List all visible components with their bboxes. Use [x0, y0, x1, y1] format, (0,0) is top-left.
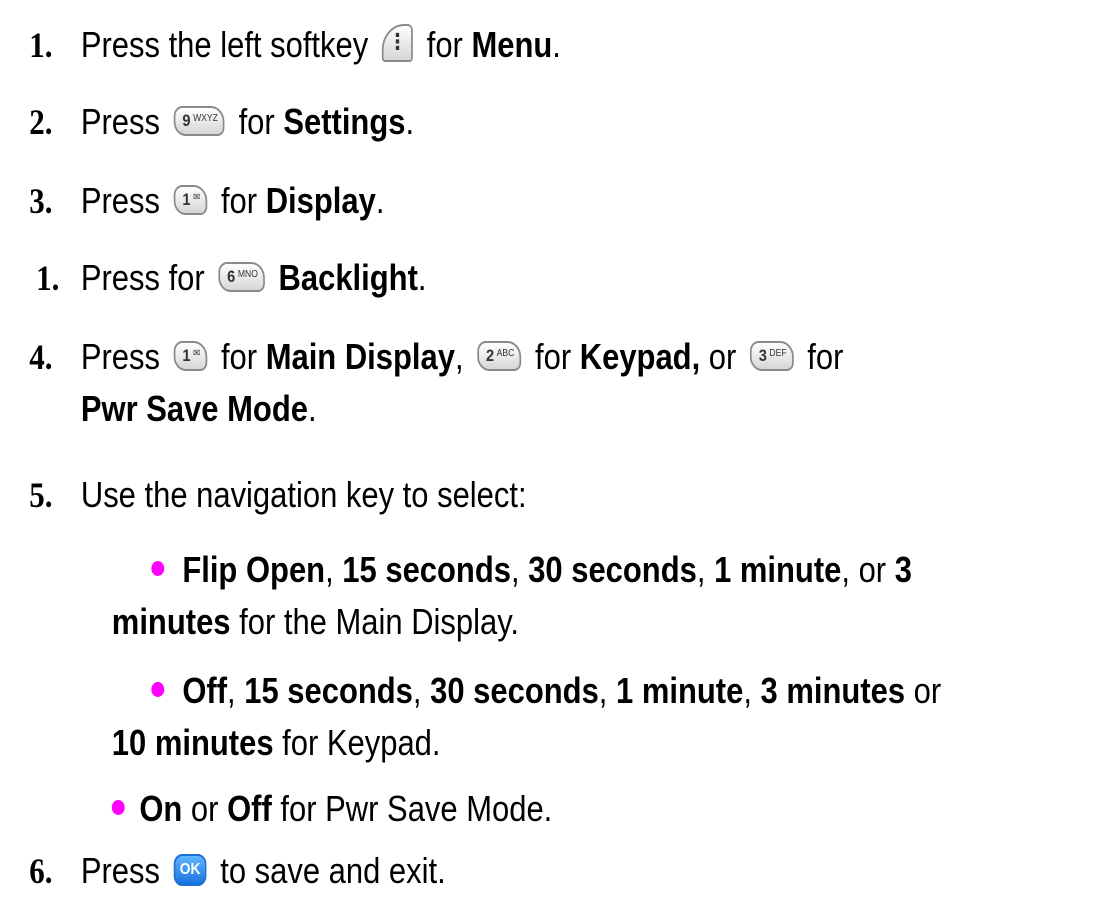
backlight-label: Backlight: [278, 257, 418, 298]
instruction-page: 1. Press the left softkey ⋮ for Menu. 2.…: [0, 0, 1101, 897]
step-number: 4.: [29, 337, 53, 377]
step-number: 1.: [36, 258, 60, 298]
settings-label: Settings: [283, 101, 406, 142]
step-number: 3.: [29, 181, 53, 221]
key-1-icon: 1 ✉: [173, 341, 208, 372]
main-display-label: Main Display: [265, 336, 455, 377]
step-number: 2.: [29, 102, 53, 142]
left-softkey-icon: ⋮: [381, 24, 413, 63]
menu-label: Menu: [471, 24, 553, 65]
key-6-icon: 6 MNO: [218, 262, 265, 293]
step-text: Press the left softkey ⋮ for Menu.: [80, 24, 561, 65]
bullet-dot: [111, 800, 125, 815]
bullet-dot: [151, 561, 165, 576]
step-text: Press 1 ✉ for Main Display, 2 ABC for Keyp…: [80, 336, 844, 377]
key-2-icon: 2 ABC: [477, 341, 522, 372]
ok-key-icon: OK: [173, 854, 207, 887]
step-number: 6.: [29, 851, 53, 891]
step-number: 5.: [29, 475, 53, 515]
pwr-save-mode-label: Pwr Save Mode: [80, 388, 308, 429]
step-text: Press 1 ✉ for Display.: [80, 180, 385, 221]
key-9-icon: 9 WXYZ: [173, 106, 225, 137]
step-text: Use the navigation key to select:: [80, 474, 527, 515]
key-1-icon: 1 ✉: [173, 185, 208, 216]
keypad-label: Keypad,: [579, 336, 701, 377]
step-number: 1.: [29, 25, 53, 65]
display-label: Display: [265, 180, 376, 221]
key-3-icon: 3 DEF: [750, 341, 794, 372]
step-text: Press OK to save and exit.: [80, 850, 446, 891]
step-text: Press 9 WXYZ for Settings.: [80, 101, 415, 142]
bullet-dot: [151, 682, 165, 697]
step-text: Press for 6 MNO Backlight.: [80, 257, 427, 298]
